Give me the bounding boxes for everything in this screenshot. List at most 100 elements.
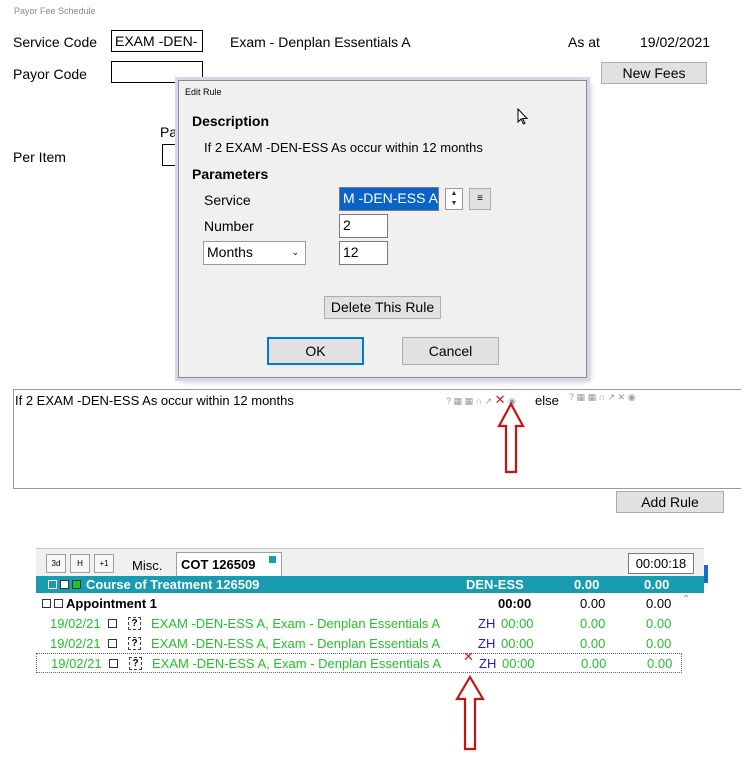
- tab-cot[interactable]: COT 126509: [176, 552, 282, 577]
- item-description: EXAM -DEN-ESS A, Exam - Denplan Essentia…: [151, 616, 440, 631]
- item-row-1[interactable]: 19/02/21 ? EXAM -DEN-ESS A, Exam - Denpl…: [36, 614, 704, 634]
- help-icon[interactable]: ?: [128, 617, 141, 630]
- course-label: Course of Treatment 126509: [86, 577, 260, 592]
- red-arrow-annotation: [455, 675, 485, 751]
- number-param-input[interactable]: 2: [339, 214, 388, 238]
- service-code-input[interactable]: EXAM -DEN-: [111, 30, 203, 52]
- spin-down-icon[interactable]: ▼: [446, 199, 462, 209]
- cancel-button[interactable]: Cancel: [402, 337, 499, 365]
- item-row-2[interactable]: 19/02/21 ? EXAM -DEN-ESS A, Exam - Denpl…: [36, 634, 704, 654]
- appointment-val1: 0.00: [580, 596, 606, 611]
- add-rule-button[interactable]: Add Rule: [616, 491, 724, 513]
- edit-icon[interactable]: ↗: [608, 392, 616, 402]
- payor-code-label: Payor Code: [13, 66, 87, 82]
- arrow-down-icon[interactable]: ▦: [454, 396, 463, 406]
- delete-rule-button[interactable]: Delete This Rule: [324, 296, 441, 319]
- course-check[interactable]: [60, 580, 69, 589]
- period-value-input[interactable]: 12: [339, 241, 388, 265]
- cot-status-icon: [269, 556, 276, 563]
- service-description: Exam - Denplan Essentials A: [230, 34, 411, 50]
- rule-list[interactable]: If 2 EXAM -DEN-ESS As occur within 12 mo…: [13, 389, 741, 489]
- red-arrow-annotation: [497, 402, 525, 474]
- tab-h[interactable]: H: [70, 554, 90, 573]
- appointment-collapse-icon[interactable]: [42, 599, 51, 608]
- item-time: 00:00: [502, 656, 535, 671]
- item-who: ZH: [479, 656, 497, 671]
- spin-up-icon[interactable]: ▲: [446, 189, 462, 199]
- number-param-label: Number: [204, 218, 254, 234]
- flag-icon[interactable]: ▦: [465, 396, 474, 406]
- help-icon[interactable]: ?: [569, 392, 574, 402]
- cot-tab-label: COT 126509: [181, 557, 256, 572]
- edit-icon[interactable]: ↗: [485, 396, 493, 406]
- item-description: EXAM -DEN-ESS A, Exam - Denplan Essentia…: [152, 656, 441, 671]
- item-time: 00:00: [501, 636, 534, 651]
- window-title: Payor Fee Schedule: [14, 6, 96, 16]
- item-who: ZH: [478, 616, 496, 631]
- item-val2: 0.00: [646, 636, 672, 651]
- item-time: 00:00: [501, 616, 534, 631]
- help-icon[interactable]: ?: [129, 657, 142, 670]
- item-val2: 0.00: [646, 616, 672, 631]
- item-check[interactable]: [109, 659, 118, 668]
- as-at-value: 19/02/2021: [640, 34, 711, 50]
- item-check[interactable]: [108, 619, 117, 628]
- help-icon[interactable]: ?: [446, 396, 451, 406]
- scrollbar-thumb[interactable]: [704, 565, 708, 583]
- appointment-label: Appointment 1: [66, 596, 157, 611]
- item-who: ZH: [478, 636, 496, 651]
- sort-icon[interactable]: ∩: [476, 396, 482, 406]
- item-date: 19/02/21: [50, 636, 101, 651]
- course-collapse-icon[interactable]: [48, 580, 57, 589]
- period-select[interactable]: Months ⌄: [203, 241, 306, 265]
- course-val2: 0.00: [644, 577, 670, 592]
- item-date: 19/02/21: [50, 616, 101, 631]
- scroll-up-icon[interactable]: ⌃: [682, 594, 690, 605]
- service-param-label: Service: [204, 192, 251, 208]
- per-item-label: Per Item: [13, 149, 66, 165]
- item-val1: 0.00: [580, 636, 606, 651]
- period-select-value: Months: [207, 244, 253, 260]
- item-val1: 0.00: [581, 656, 607, 671]
- new-fees-button[interactable]: New Fees: [601, 62, 707, 84]
- service-spinner[interactable]: ▲ ▼: [445, 188, 463, 210]
- list-icon: ≡: [477, 193, 483, 204]
- ok-button[interactable]: OK: [267, 337, 364, 365]
- tab-plus1[interactable]: +1: [94, 554, 114, 573]
- grid-tabbar: 3d H +1 Misc. COT 126509 00:00:18: [36, 548, 704, 577]
- tab-3d[interactable]: 3d: [46, 554, 66, 573]
- sort-icon[interactable]: ∩: [599, 392, 605, 402]
- item-val1: 0.00: [580, 616, 606, 631]
- tab-misc[interactable]: Misc.: [132, 558, 162, 573]
- mouse-cursor-icon: [517, 108, 529, 125]
- course-val1: 0.00: [574, 577, 600, 592]
- delete-x-icon[interactable]: ✕: [463, 649, 474, 665]
- edit-rule-dialog: Edit Rule Description If 2 EXAM -DEN-ESS…: [178, 80, 587, 378]
- appointment-time: 00:00: [498, 596, 532, 611]
- as-at-label: As at: [568, 34, 600, 50]
- treatment-grid: 3d H +1 Misc. COT 126509 00:00:18 Course…: [36, 548, 704, 674]
- course-status-icon: [72, 580, 81, 589]
- appointment-row[interactable]: Appointment 1 00:00 0.00 0.00 ⌃: [36, 594, 704, 614]
- timer-display: 00:00:18: [628, 553, 694, 574]
- chevron-down-icon: ⌄: [291, 247, 299, 257]
- refresh-icon[interactable]: ◉: [628, 392, 636, 402]
- item-description: EXAM -DEN-ESS A, Exam - Denplan Essentia…: [151, 636, 440, 651]
- course-code: DEN-ESS: [466, 577, 524, 592]
- list-lookup-button[interactable]: ≡: [469, 188, 491, 210]
- item-row-3[interactable]: 19/02/21 ? EXAM -DEN-ESS A, Exam - Denpl…: [36, 649, 682, 673]
- delete-x-icon[interactable]: ✕: [618, 392, 626, 402]
- else-label: else: [535, 393, 559, 408]
- item-check[interactable]: [108, 639, 117, 648]
- arrow-down-icon[interactable]: ▦: [577, 392, 586, 402]
- help-icon[interactable]: ?: [128, 637, 141, 650]
- service-code-label: Service Code: [13, 34, 98, 50]
- service-param-input[interactable]: M -DEN-ESS A: [339, 187, 439, 211]
- appointment-check[interactable]: [54, 599, 63, 608]
- parameters-heading: Parameters: [192, 166, 269, 182]
- item-date: 19/02/21: [51, 656, 102, 671]
- rule-toolbar-else: ? ▦ ▦ ∩ ↗ ✕ ◉: [569, 392, 636, 403]
- flag-icon[interactable]: ▦: [588, 392, 597, 402]
- course-row[interactable]: Course of Treatment 126509 DEN-ESS 0.00 …: [36, 576, 704, 593]
- item-val2: 0.00: [647, 656, 673, 671]
